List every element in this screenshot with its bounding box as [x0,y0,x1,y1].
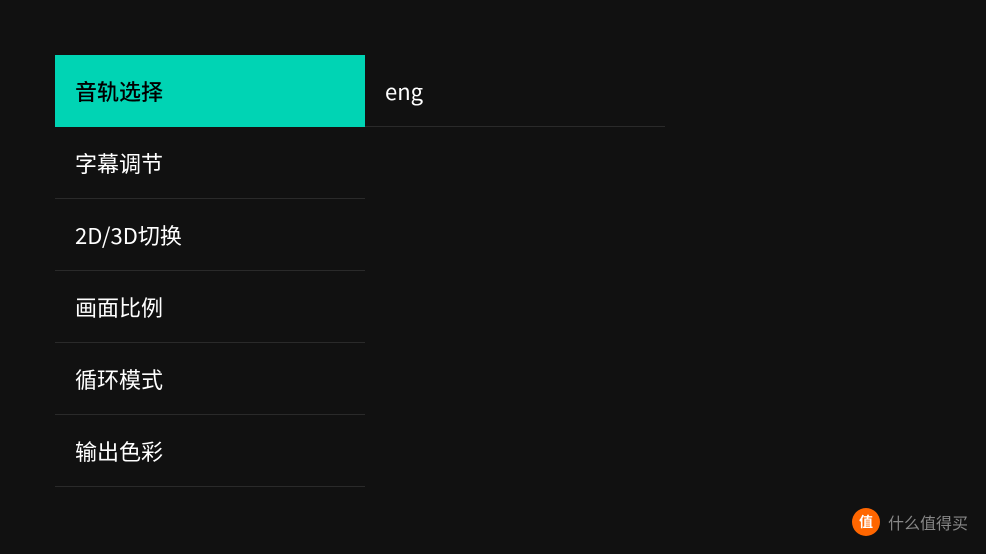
menu-item-2d3d-switch[interactable]: 2D/3D切换 [55,199,365,271]
menu-item-output-color[interactable]: 输出色彩 [55,415,365,487]
menu-item-label-2d3d-switch: 2D/3D切换 [75,219,182,251]
menu-item-label-output-color: 输出色彩 [75,435,163,467]
watermark: 值 什么值得买 [852,508,968,536]
watermark-icon: 值 [852,508,880,536]
menu-item-label-aspect-ratio: 画面比例 [75,291,163,323]
menu-item-aspect-ratio[interactable]: 画面比例 [55,271,365,343]
menu-item-subtitle-adjust[interactable]: 字幕调节 [55,127,365,199]
watermark-text: 什么值得买 [888,510,968,534]
submenu-item-label-eng: eng [385,75,423,107]
menu-item-label-subtitle-adjust: 字幕调节 [75,147,163,179]
menu-item-audio-track[interactable]: 音轨选择 [55,55,365,127]
menu-container: 音轨选择 字幕调节 2D/3D切换 画面比例 循环模式 输出色彩 [55,55,365,487]
menu-item-label-loop-mode: 循环模式 [75,363,163,395]
submenu-item-eng[interactable]: eng [365,55,665,127]
submenu-container: eng [365,55,665,127]
menu-item-loop-mode[interactable]: 循环模式 [55,343,365,415]
watermark-icon-text: 值 [859,512,873,532]
menu-item-label-audio-track: 音轨选择 [75,75,163,107]
